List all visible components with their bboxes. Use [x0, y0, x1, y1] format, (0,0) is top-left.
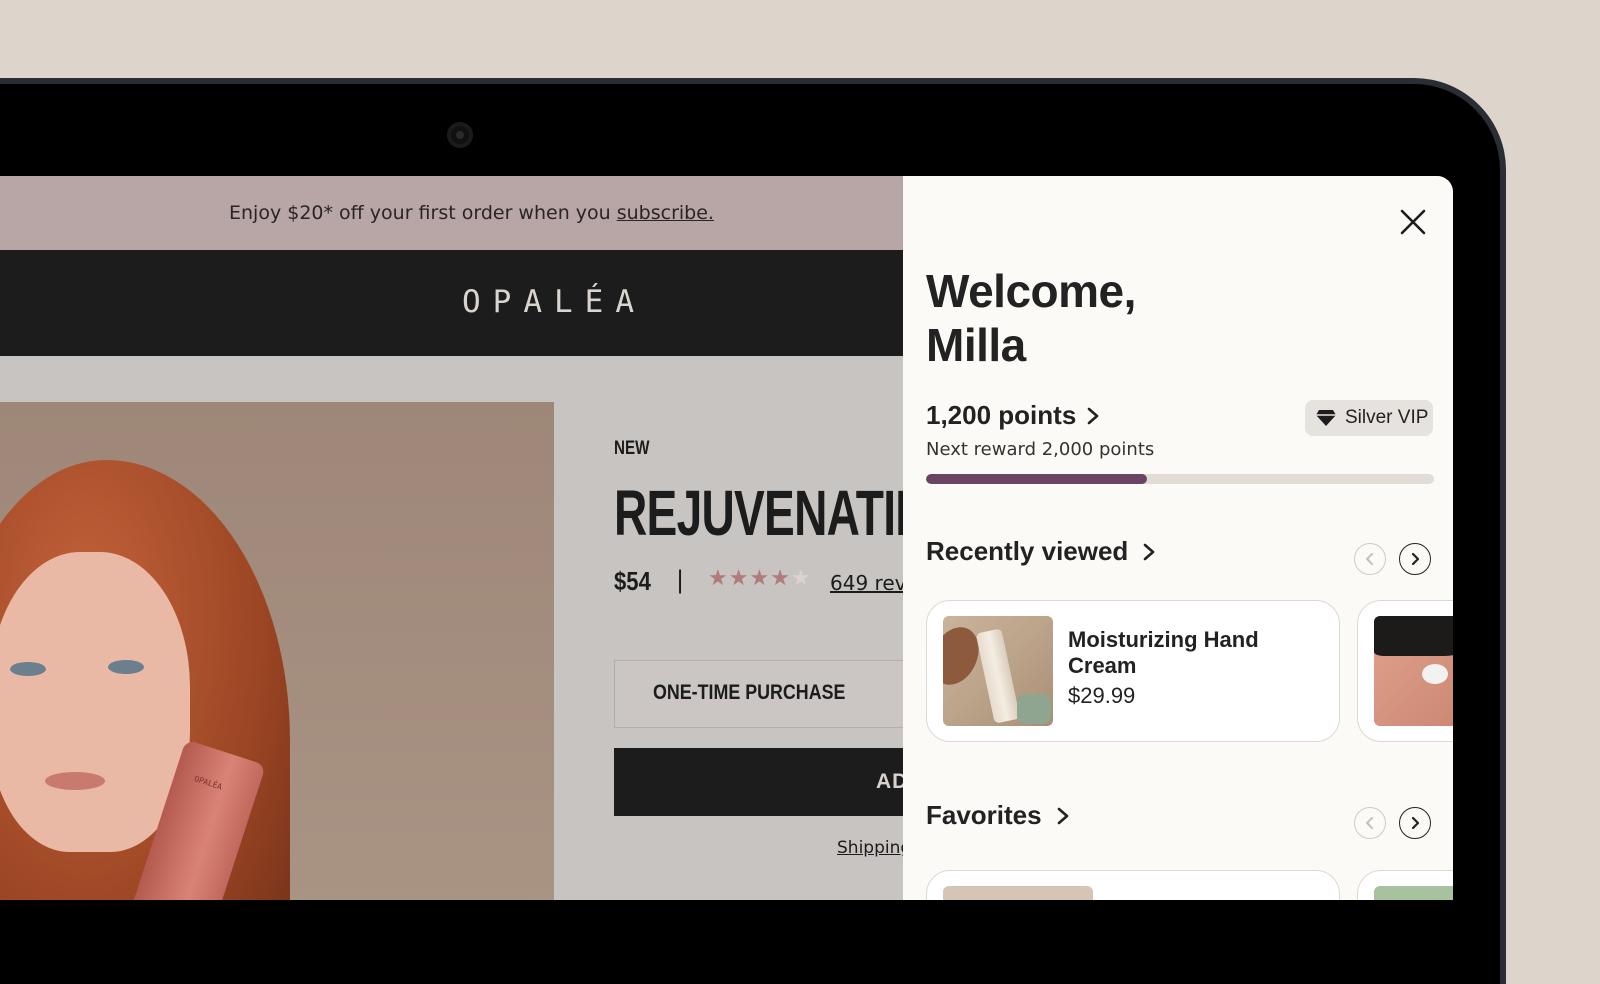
close-button[interactable]: [1394, 203, 1432, 241]
tier-label: Silver VIP: [1345, 407, 1429, 428]
recent-product-card[interactable]: [1357, 600, 1453, 742]
reviews-link[interactable]: 649 revi: [830, 571, 912, 595]
favorites-link[interactable]: Favorites: [926, 800, 1070, 831]
store-page: Enjoy $20* off your first order when you…: [0, 176, 976, 900]
product-price: $54: [614, 566, 651, 596]
one-time-purchase-label: ONE-TIME PURCHASE: [653, 681, 846, 704]
points-progress-bar: [926, 474, 1434, 484]
chevron-right-icon: [1411, 816, 1420, 830]
favorite-product-card[interactable]: [1357, 870, 1453, 900]
close-icon: [1400, 209, 1426, 235]
recent-product-card[interactable]: Moisturizing Hand Cream $29.99: [926, 600, 1340, 742]
favorite-product-card[interactable]: [926, 870, 1340, 900]
product-thumbnail: [1374, 886, 1453, 900]
favorites-next-button[interactable]: [1399, 807, 1431, 839]
loyalty-panel: Welcome, Milla 1,200 points Next reward …: [903, 176, 1453, 900]
recently-viewed-next-button[interactable]: [1399, 543, 1431, 575]
product-thumbnail: [943, 886, 1093, 900]
store-header: OPALÉA: [0, 250, 903, 356]
favorites-title: Favorites: [926, 800, 1042, 830]
chevron-right-icon: [1057, 807, 1068, 824]
recently-viewed-link[interactable]: Recently viewed: [926, 536, 1156, 567]
chevron-right-icon: [1144, 543, 1155, 560]
welcome-heading: Welcome, Milla: [926, 264, 1136, 372]
points-value: 1,200 points: [926, 400, 1077, 430]
brand-logo[interactable]: OPALÉA: [462, 284, 646, 320]
promo-message: Enjoy $20* off your first order when you: [229, 202, 617, 224]
camera-icon: [447, 122, 473, 148]
product-card-price: $29.99: [1068, 683, 1136, 708]
recently-viewed-title: Recently viewed: [926, 536, 1129, 566]
product-photo: OPALÉA: [0, 402, 554, 900]
next-reward-text: Next reward 2,000 points: [926, 439, 1155, 460]
product-thumbnail: [1374, 616, 1453, 726]
star-icon: ★: [770, 566, 791, 591]
star-icon: ★: [749, 566, 771, 591]
welcome-line: Welcome,: [926, 265, 1136, 317]
product-thumbnail: [943, 616, 1053, 726]
user-name: Milla: [926, 319, 1026, 371]
tier-badge: Silver VIP: [1305, 400, 1433, 436]
product-name: Moisturizing Hand Cream: [1068, 627, 1259, 678]
screen: Enjoy $20* off your first order when you…: [0, 176, 1453, 900]
star-icon: ★: [708, 566, 729, 591]
subscribe-link[interactable]: subscribe.: [617, 202, 714, 224]
chevron-right-icon: [1087, 407, 1099, 424]
rating-stars: ★★★★★: [708, 566, 812, 591]
price-separator: |: [676, 566, 685, 594]
chevron-left-icon: [1366, 817, 1373, 829]
recently-viewed-prev-button[interactable]: [1354, 543, 1386, 575]
promo-text: Enjoy $20* off your first order when you…: [229, 202, 714, 224]
diamond-icon: [1316, 410, 1336, 426]
points-link[interactable]: 1,200 points: [926, 400, 1100, 431]
chevron-left-icon: [1366, 553, 1373, 565]
star-icon: ★: [728, 566, 750, 591]
favorites-prev-button[interactable]: [1354, 807, 1386, 839]
star-icon: ★: [790, 566, 812, 591]
points-progress-fill: [926, 474, 1147, 484]
shipping-link[interactable]: Shipping: [837, 838, 911, 858]
chevron-right-icon: [1411, 552, 1420, 566]
new-badge: NEW: [614, 438, 650, 459]
promo-banner: Enjoy $20* off your first order when you…: [0, 176, 903, 250]
